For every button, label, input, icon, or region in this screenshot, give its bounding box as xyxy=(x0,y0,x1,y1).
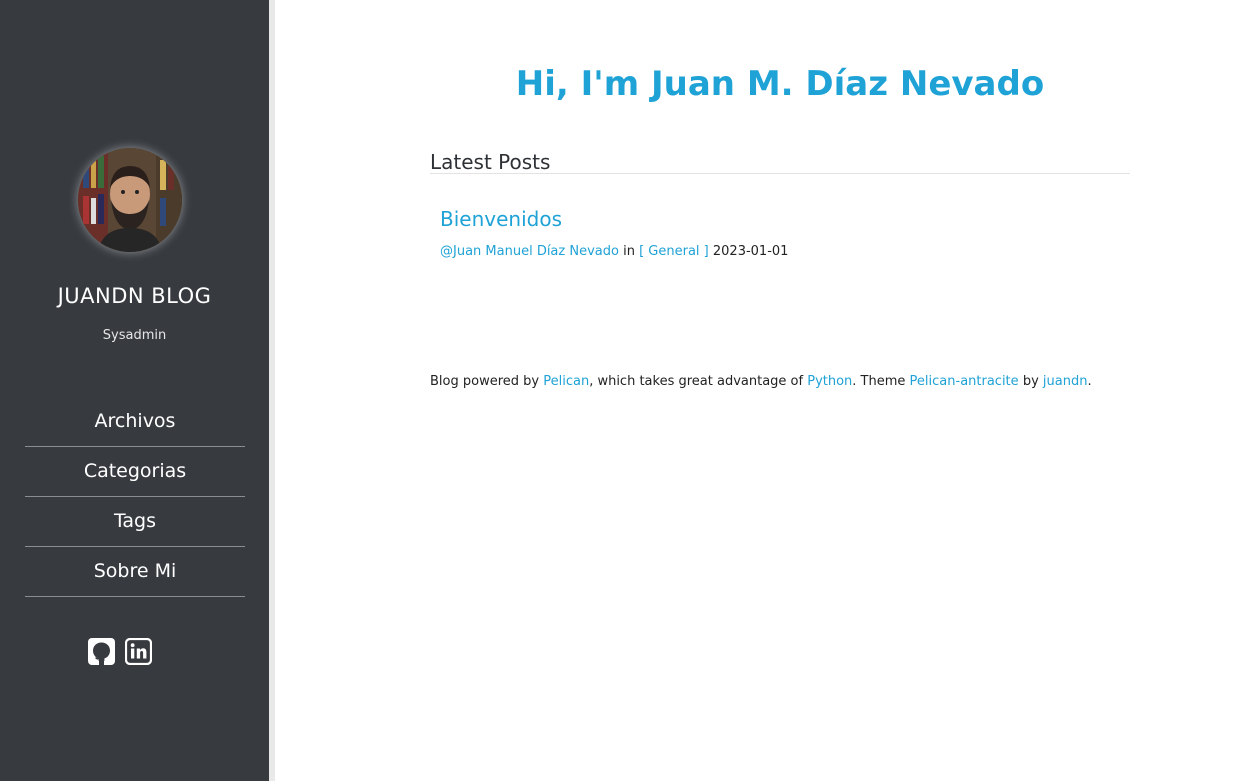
latest-posts-title: Latest Posts xyxy=(430,148,1130,174)
nav-item-tags[interactable]: Tags xyxy=(25,497,245,547)
footer-theme-link[interactable]: Pelican-antracite xyxy=(910,374,1019,389)
footer-prefix: Blog powered by xyxy=(430,374,540,389)
sidebar-nav: Archivos Categorias Tags Sobre Mi xyxy=(25,397,245,597)
sidebar: JUANDN BLOG Sysadmin Archivos Categorias… xyxy=(0,0,275,781)
post-category-link[interactable]: [ General ] xyxy=(639,244,709,259)
post-date: 2023-01-01 xyxy=(712,244,789,259)
footer-theme-text: . Theme xyxy=(852,374,906,389)
footer-author-link[interactable]: juandn xyxy=(1043,374,1088,389)
nav-item-sobre-mi[interactable]: Sobre Mi xyxy=(25,547,245,597)
blog-title[interactable]: JUANDN BLOG xyxy=(0,284,269,308)
footer-suffix: . xyxy=(1087,374,1092,389)
post-author-link[interactable]: @Juan Manuel Díaz Nevado xyxy=(440,244,619,259)
footer-middle: , which takes great advantage of xyxy=(589,374,804,389)
footer: Blog powered by Pelican, which takes gre… xyxy=(430,373,1130,391)
post-meta: @Juan Manuel Díaz Nevado in [ General ] … xyxy=(440,243,788,261)
social-links xyxy=(88,637,153,666)
avatar[interactable] xyxy=(78,148,182,252)
footer-by-text: by xyxy=(1022,374,1039,389)
avatar-photo xyxy=(78,148,182,252)
post-title-link[interactable]: Bienvenidos xyxy=(440,205,562,233)
footer-python-link[interactable]: Python xyxy=(807,374,852,389)
linkedin-icon[interactable] xyxy=(124,637,153,666)
github-icon[interactable] xyxy=(88,638,115,665)
nav-item-categorias[interactable]: Categorias xyxy=(25,447,245,497)
footer-pelican-link[interactable]: Pelican xyxy=(543,374,589,389)
blog-subtitle: Sysadmin xyxy=(102,328,167,343)
page-heading: Hi, I'm Juan M. Díaz Nevado xyxy=(515,64,1045,104)
post-in-text: in xyxy=(623,244,635,259)
nav-item-archivos[interactable]: Archivos xyxy=(25,397,245,447)
